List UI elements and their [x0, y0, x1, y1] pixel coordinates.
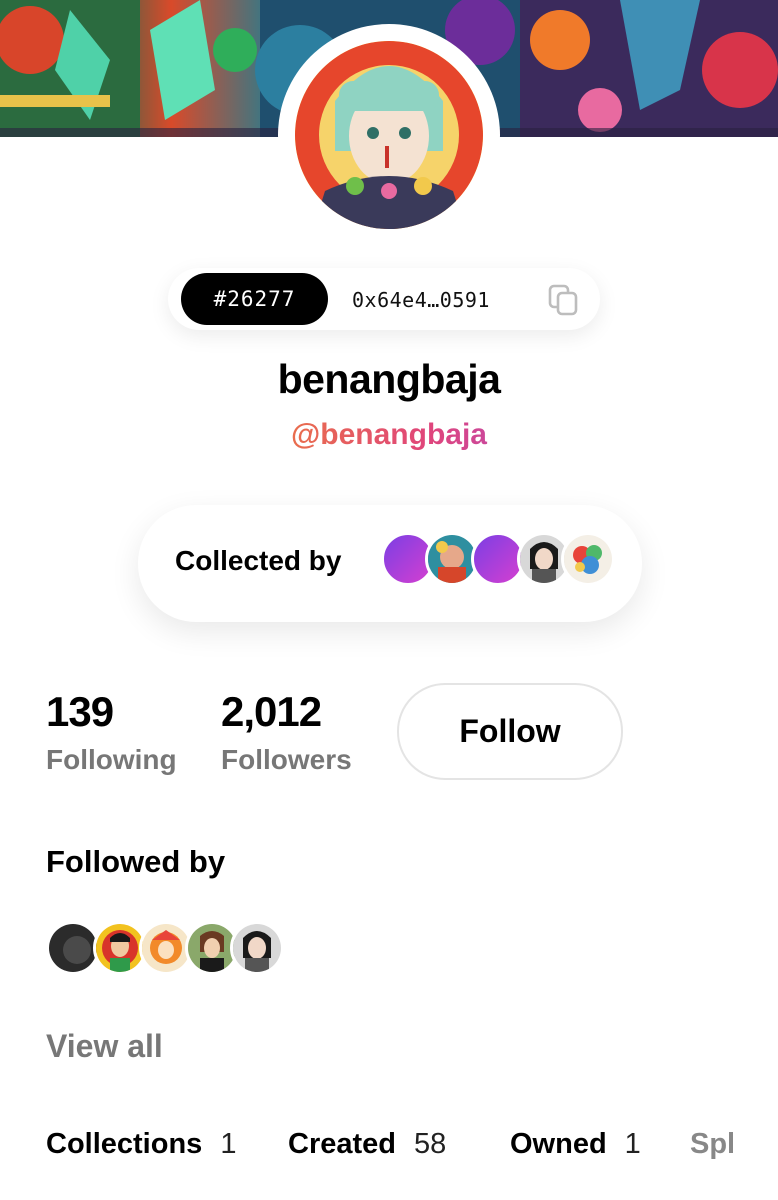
- following-label[interactable]: Following: [46, 744, 177, 776]
- follower-avatar-art: [96, 924, 144, 972]
- tab-split[interactable]: Spl: [690, 1128, 735, 1161]
- tab-label: Spl: [690, 1128, 736, 1160]
- follower-avatar-art: [49, 924, 97, 972]
- profile-avatar-art: [295, 41, 483, 229]
- collector-avatar-art: [428, 535, 476, 583]
- follower-avatar[interactable]: [46, 921, 100, 975]
- followed-by-title: Followed by: [46, 844, 226, 879]
- token-id-badge: #26277: [181, 273, 328, 325]
- collected-by-label: Collected by: [175, 545, 342, 576]
- copy-address-button[interactable]: [546, 283, 580, 317]
- tab-label: Created: [288, 1128, 396, 1160]
- tab-owned[interactable]: Owned 1: [510, 1128, 641, 1161]
- follower-avatar-art: [142, 924, 190, 972]
- collector-avatar-art: [564, 535, 612, 583]
- username-handle[interactable]: @benangbaja: [0, 418, 778, 452]
- tab-count: 58: [414, 1128, 447, 1160]
- tab-label: Owned: [510, 1128, 607, 1160]
- tab-label: Collections: [46, 1128, 203, 1160]
- following-count[interactable]: 139: [46, 688, 114, 736]
- tab-created[interactable]: Created 58: [288, 1128, 446, 1161]
- display-name: benangbaja: [277, 356, 501, 402]
- followers-label[interactable]: Followers: [221, 744, 352, 776]
- profile-avatar: [295, 41, 483, 229]
- tab-count: 1: [624, 1128, 641, 1160]
- view-all-link[interactable]: View all: [46, 1028, 163, 1065]
- tab-count: 1: [220, 1128, 237, 1160]
- follower-avatar[interactable]: [230, 921, 284, 975]
- follower-avatar-art: [233, 924, 281, 972]
- follower-avatar-art: [188, 924, 236, 972]
- tab-collections[interactable]: Collections 1: [46, 1128, 236, 1161]
- collector-avatar[interactable]: [561, 532, 615, 586]
- follow-button[interactable]: Follow: [397, 683, 623, 780]
- wallet-address: 0x64e4…0591: [352, 288, 490, 312]
- copy-icon: [548, 284, 578, 316]
- followers-count[interactable]: 2,012: [221, 688, 322, 736]
